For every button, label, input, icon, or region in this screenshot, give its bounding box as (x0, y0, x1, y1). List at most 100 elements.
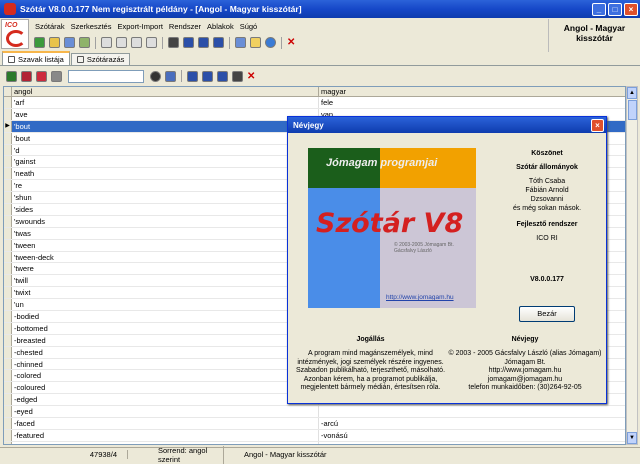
english-cell[interactable]: -bottomed (12, 322, 319, 334)
table-row[interactable]: -faced -arcú (4, 418, 625, 430)
close-icon[interactable]: ✕ (247, 71, 255, 82)
row-indicator (4, 429, 12, 441)
hungarian-cell[interactable]: -szeres (319, 442, 625, 444)
user-icon[interactable] (168, 37, 179, 48)
row-indicator (4, 168, 12, 180)
new-record-icon[interactable] (187, 70, 198, 82)
hungarian-cell[interactable] (319, 406, 625, 417)
english-cell[interactable]: 'twixt (12, 287, 319, 299)
table-row[interactable]: -featured -vonású (4, 429, 625, 442)
english-cell[interactable]: 'neath (12, 168, 319, 180)
flag-hu-icon[interactable] (36, 70, 47, 82)
english-cell[interactable]: 're (12, 180, 319, 192)
search-input[interactable] (68, 69, 144, 83)
english-cell[interactable]: 'gainst (12, 156, 319, 168)
delete-icon[interactable] (146, 37, 157, 48)
english-cell[interactable]: 'un (12, 299, 319, 311)
table-row[interactable]: -eyed (4, 406, 625, 419)
row-indicator (4, 215, 12, 227)
hungarian-cell[interactable]: -arcú (319, 418, 625, 429)
edit-record-icon[interactable] (202, 70, 213, 82)
tile-icon[interactable] (198, 37, 209, 48)
english-cell[interactable]: -eyed (12, 406, 319, 418)
row-indicator (4, 192, 12, 204)
column-header-hungarian[interactable]: magyar (319, 87, 625, 96)
picture-icon[interactable] (6, 70, 17, 82)
menu-ablakok[interactable]: Ablakok (204, 22, 237, 31)
row-indicator (4, 441, 12, 444)
filter-icon[interactable] (165, 70, 176, 82)
delete-record-icon[interactable] (217, 70, 228, 82)
tab-dictionary-lookup[interactable]: Szótárazás (70, 53, 131, 65)
scroll-down-icon[interactable]: ▼ (627, 432, 637, 444)
english-cell[interactable]: 'twill (12, 275, 319, 287)
menu-szerkesztes[interactable]: Szerkesztés (68, 22, 115, 31)
english-cell[interactable]: -chested (12, 346, 319, 358)
minimize-button[interactable]: _ (592, 2, 606, 16)
close-window-button[interactable]: × (624, 2, 638, 16)
hungarian-cell[interactable]: fele (319, 97, 625, 108)
splash-url[interactable]: http://www.jomagam.hu (386, 294, 454, 301)
english-cell[interactable]: -colored (12, 370, 319, 382)
scroll-thumb[interactable] (628, 100, 637, 120)
menu-sugo[interactable]: Súgó (237, 22, 261, 31)
english-cell[interactable]: -featured (12, 429, 319, 441)
cut-icon[interactable] (101, 37, 112, 48)
user-icon[interactable] (232, 70, 243, 82)
english-cell[interactable]: 'ave (12, 108, 319, 120)
english-cell[interactable]: -coloured (12, 382, 319, 394)
cascade-icon[interactable] (213, 37, 224, 48)
english-cell[interactable]: 'bout (12, 120, 319, 132)
row-indicator: ▶ (4, 120, 12, 132)
menu-export-import[interactable]: Export-Import (114, 22, 165, 31)
search-icon (76, 56, 84, 63)
dialog-close-button[interactable]: × (591, 118, 604, 132)
id-card-icon[interactable] (235, 37, 246, 48)
window-icon[interactable] (183, 37, 194, 48)
row-indicator (4, 346, 12, 358)
english-cell[interactable]: 'tween-deck (12, 251, 319, 263)
english-cell[interactable]: -chinned (12, 358, 319, 370)
hungarian-cell[interactable]: -vonású (319, 430, 625, 441)
english-cell[interactable]: 'tween (12, 239, 319, 251)
column-header-english[interactable]: angol (12, 87, 319, 96)
main-toolbar: ✕ (32, 35, 295, 50)
mail-icon[interactable] (250, 37, 261, 48)
star-icon[interactable] (265, 37, 276, 48)
menu-rendszer[interactable]: Rendszer (166, 22, 204, 31)
flag-en-icon[interactable] (21, 70, 32, 82)
english-cell[interactable]: -faced (12, 418, 319, 429)
table-row[interactable]: 'arf fele (4, 97, 625, 109)
english-cell[interactable]: -breasted (12, 334, 319, 346)
close-dialog-button[interactable]: Bezár (519, 306, 575, 322)
exit-icon[interactable]: ✕ (287, 37, 295, 48)
splash-image: Jómagam programjai Szótár V8 © 2003-2005… (308, 148, 476, 308)
tab-word-list[interactable]: Szavak listája (2, 51, 70, 65)
binoculars-icon[interactable] (150, 70, 161, 82)
english-cell[interactable]: 'sides (12, 204, 319, 215)
about-dialog: Névjegy × Jómagam programjai Szótár V8 ©… (287, 116, 607, 404)
web-icon[interactable] (79, 37, 90, 48)
english-cell[interactable]: 'twas (12, 227, 319, 239)
grid-icon[interactable] (51, 70, 62, 82)
english-cell[interactable]: 'bout (12, 132, 319, 144)
refresh-icon[interactable] (34, 37, 45, 48)
copy-icon[interactable] (116, 37, 127, 48)
table-row[interactable]: -fold-szeres (4, 441, 625, 444)
english-cell[interactable]: 'swounds (12, 215, 319, 227)
english-cell[interactable]: -edged (12, 394, 319, 406)
english-cell[interactable]: 'twere (12, 263, 319, 275)
english-cell[interactable]: 'shun (12, 192, 319, 204)
save-icon[interactable] (64, 37, 75, 48)
english-cell[interactable]: 'arf (12, 97, 319, 108)
english-cell[interactable]: -bodied (12, 311, 319, 322)
vertical-scrollbar[interactable]: ▲ ▼ (626, 86, 638, 445)
maximize-button[interactable]: □ (608, 2, 622, 16)
english-cell[interactable]: 'd (12, 144, 319, 156)
open-icon[interactable] (49, 37, 60, 48)
paste-icon[interactable] (131, 37, 142, 48)
scroll-up-icon[interactable]: ▲ (627, 87, 637, 99)
title-bar: Szótár V8.0.0.177 Nem regisztrált példán… (0, 0, 640, 18)
menu-szotarak[interactable]: Szótárak (32, 22, 68, 31)
row-indicator (4, 382, 12, 394)
